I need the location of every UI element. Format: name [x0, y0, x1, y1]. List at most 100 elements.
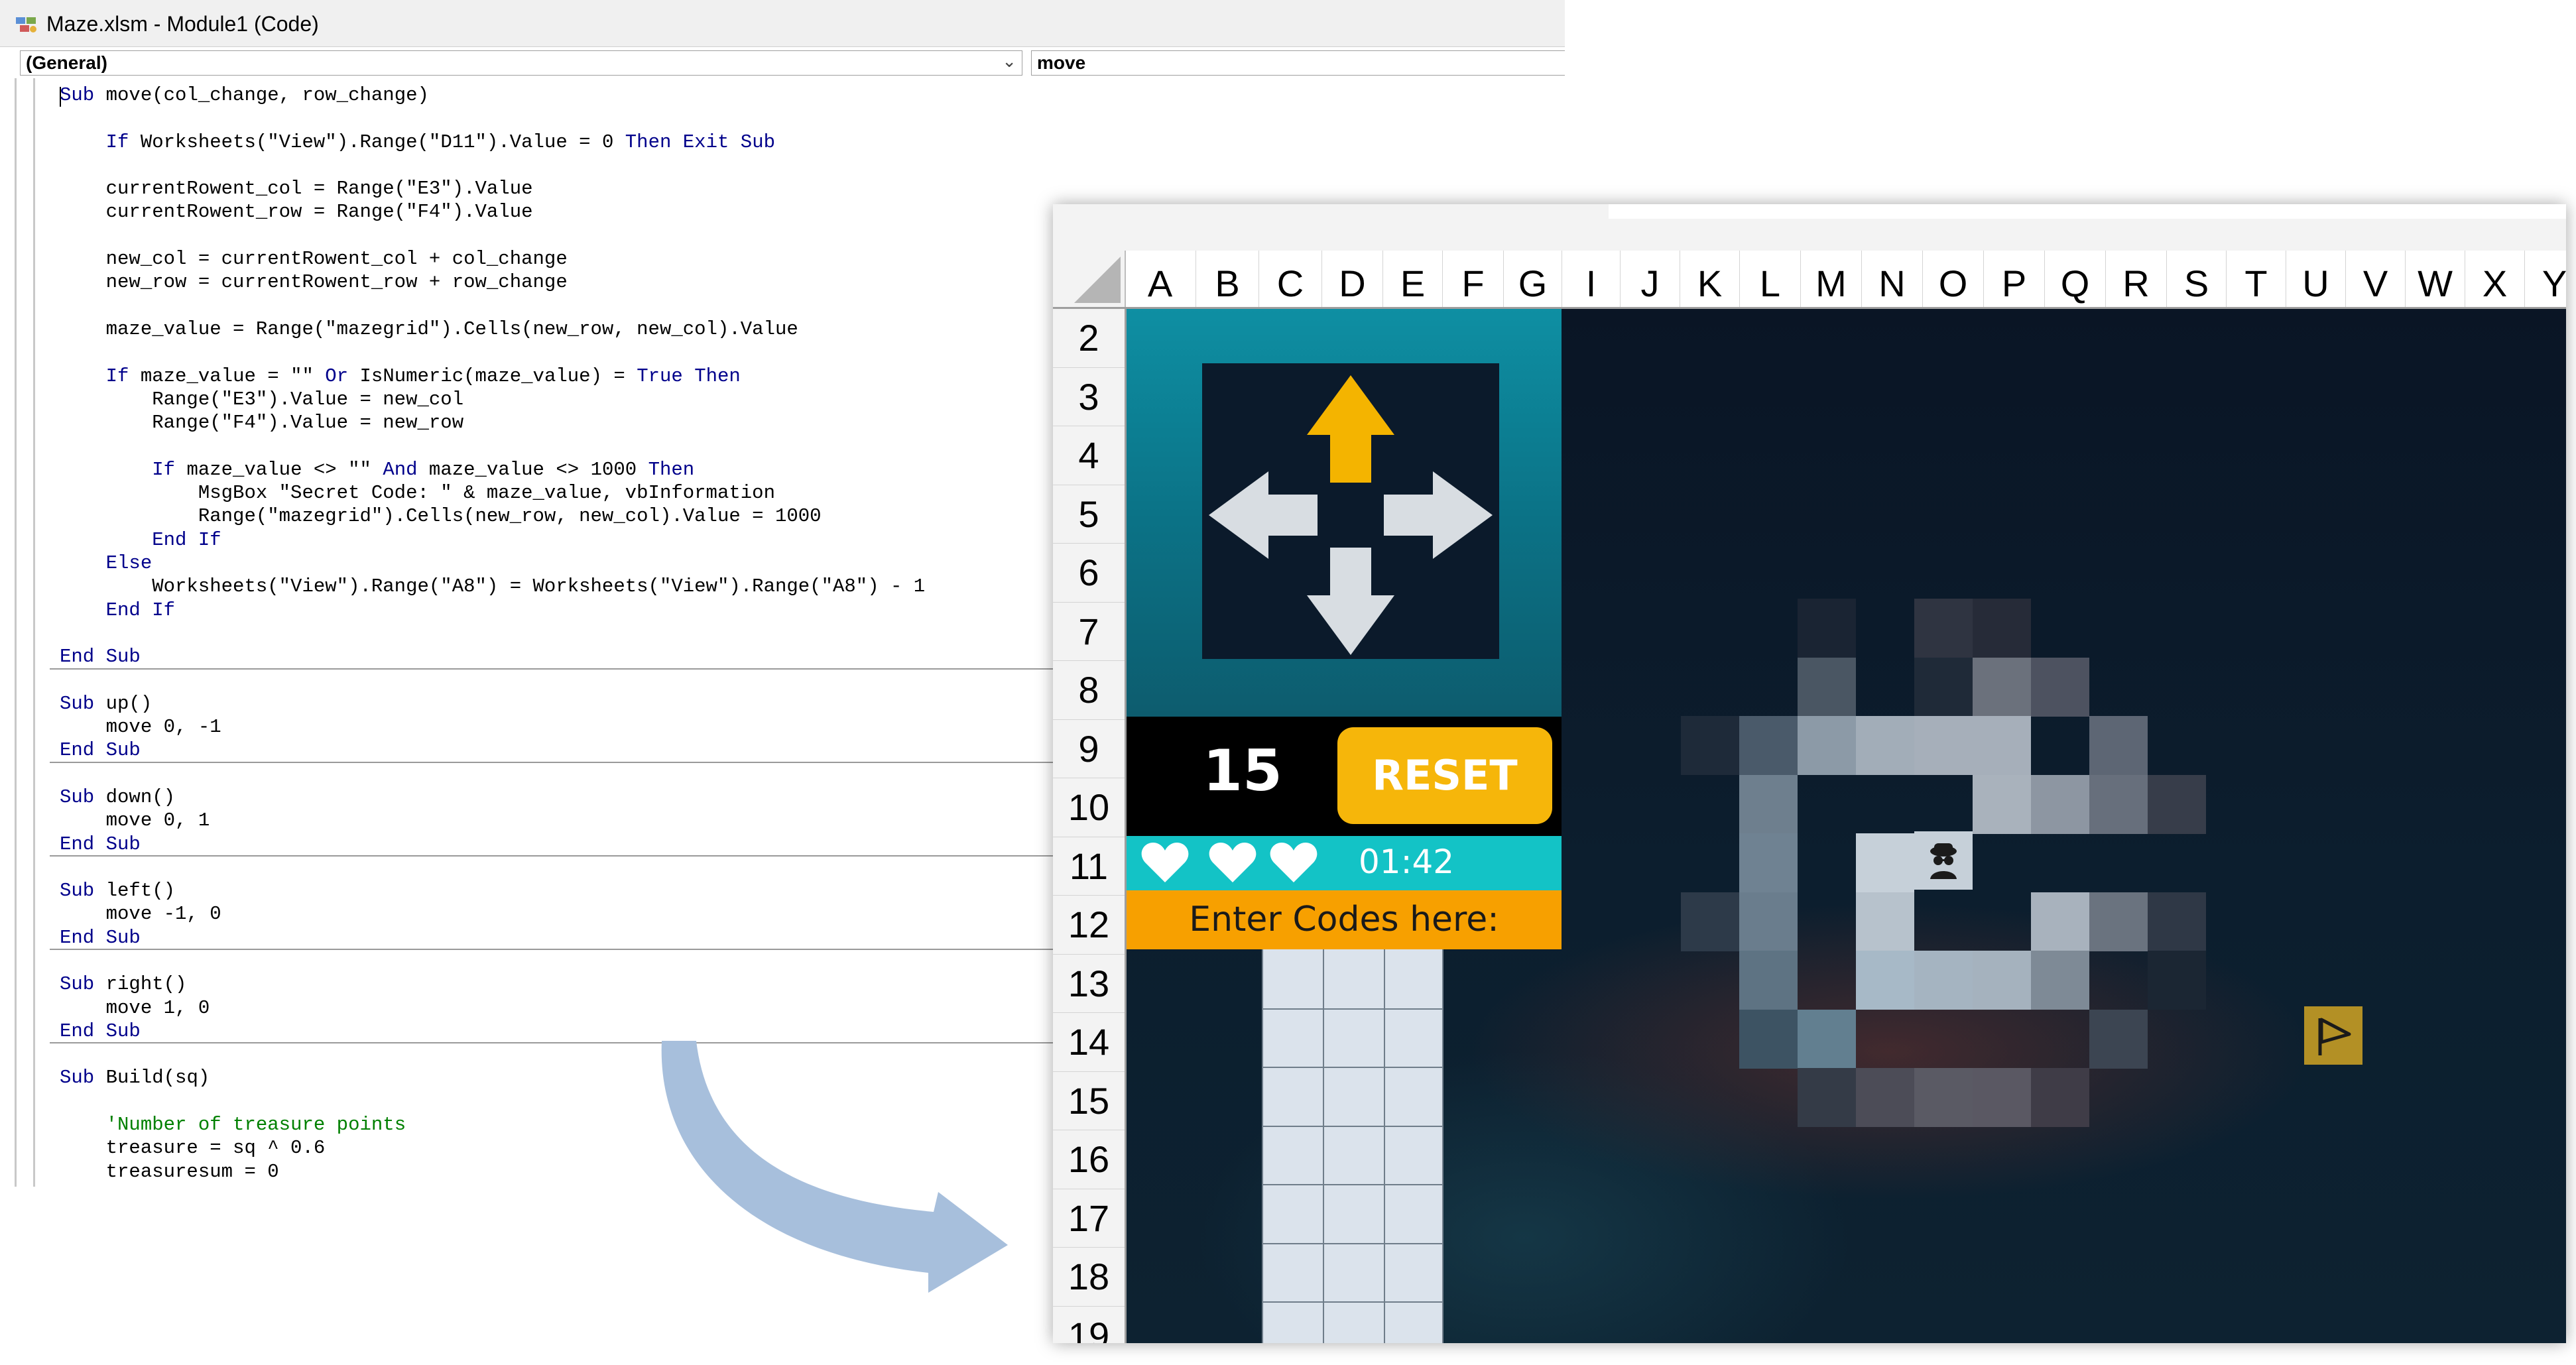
column-header-i[interactable]: I [1562, 251, 1621, 307]
row-header-17[interactable]: 17 [1053, 1189, 1125, 1248]
chevron-down-icon[interactable]: ⌄ [1002, 51, 1016, 72]
code-line[interactable]: End Sub [60, 926, 925, 949]
code-line[interactable]: Sub right() [60, 973, 925, 996]
row-header-7[interactable]: 7 [1053, 603, 1125, 661]
code-line[interactable]: currentRowent_col = Range("E3").Value [60, 177, 925, 200]
row-header-11[interactable]: 11 [1053, 837, 1125, 896]
code-line[interactable]: new_row = currentRowent_row + row_change [60, 270, 925, 294]
code-line[interactable]: Else [60, 552, 925, 575]
code-line[interactable] [60, 762, 925, 786]
code-line[interactable]: Worksheets("View").Range("A8") = Workshe… [60, 575, 925, 598]
column-header-p[interactable]: P [1984, 251, 2045, 307]
column-header-l[interactable]: L [1740, 251, 1801, 307]
code-line[interactable]: End Sub [60, 833, 925, 856]
left-arrow-button[interactable] [1209, 471, 1318, 559]
column-header-u[interactable]: U [2286, 251, 2346, 307]
code-text: move 0, -1 [60, 716, 221, 739]
row-header-4[interactable]: 4 [1053, 426, 1125, 485]
row-header-14[interactable]: 14 [1053, 1013, 1125, 1072]
column-header-e[interactable]: E [1383, 251, 1443, 307]
column-header-j[interactable]: J [1621, 251, 1680, 307]
column-header-r[interactable]: R [2106, 251, 2167, 307]
code-line[interactable]: move 0, 1 [60, 809, 925, 832]
code-line[interactable] [60, 856, 925, 879]
column-header-n[interactable]: N [1862, 251, 1923, 307]
column-header-m[interactable]: M [1801, 251, 1862, 307]
code-line[interactable]: End Sub [60, 739, 925, 762]
row-header-10[interactable]: 10 [1053, 778, 1125, 837]
code-line[interactable] [60, 434, 925, 457]
column-header-y[interactable]: Y [2525, 251, 2566, 307]
column-header-w[interactable]: W [2406, 251, 2465, 307]
column-header-q[interactable]: Q [2045, 251, 2106, 307]
right-arrow-button[interactable] [1384, 471, 1493, 559]
code-line[interactable] [60, 949, 925, 973]
code-line[interactable]: End If [60, 528, 925, 552]
row-header-19[interactable]: 19 [1053, 1307, 1125, 1344]
down-arrow-button[interactable] [1307, 548, 1394, 655]
row-header-16[interactable]: 16 [1053, 1130, 1125, 1189]
row-header-3[interactable]: 3 [1053, 368, 1125, 426]
code-line[interactable]: move 1, 0 [60, 996, 925, 1020]
code-line[interactable] [60, 622, 925, 645]
column-header-s[interactable]: S [2167, 251, 2227, 307]
select-all-corner[interactable] [1053, 251, 1126, 307]
code-entry-grid[interactable] [1262, 949, 1443, 1343]
code-line[interactable]: Range("mazegrid").Cells(new_row, new_col… [60, 504, 925, 528]
column-header-g[interactable]: G [1504, 251, 1562, 307]
code-line[interactable]: move -1, 0 [60, 902, 925, 925]
code-line[interactable]: maze_value = Range("mazegrid").Cells(new… [60, 318, 925, 341]
code-line[interactable]: If Worksheets("View").Range("D11").Value… [60, 131, 925, 154]
code-line[interactable]: If maze_value <> "" And maze_value <> 10… [60, 458, 925, 481]
column-header-x[interactable]: X [2465, 251, 2525, 307]
column-header-d[interactable]: D [1322, 251, 1383, 307]
code-line[interactable]: Range("E3").Value = new_col [60, 388, 925, 411]
code-text: Range("E3").Value = new_col [60, 388, 464, 410]
row-header-18[interactable]: 18 [1053, 1248, 1125, 1307]
column-header-a[interactable]: A [1125, 251, 1196, 307]
maze-tile [1798, 716, 1856, 775]
code-line[interactable] [60, 294, 925, 318]
code-line[interactable]: End Sub [60, 645, 925, 668]
code-text: maze_value = "" [129, 365, 326, 387]
code-line[interactable]: Range("F4").Value = new_row [60, 411, 925, 434]
object-dropdown-value: (General) [26, 52, 107, 73]
code-line[interactable]: move 0, -1 [60, 715, 925, 739]
column-header-t[interactable]: T [2227, 251, 2286, 307]
code-line[interactable]: If maze_value = "" Or IsNumeric(maze_val… [60, 365, 925, 388]
code-line[interactable] [60, 668, 925, 691]
code-line[interactable]: Sub down() [60, 786, 925, 809]
code-line[interactable] [60, 154, 925, 177]
code-line[interactable]: currentRowent_row = Range("F4").Value [60, 200, 925, 223]
object-dropdown[interactable]: (General) ⌄ [20, 50, 1022, 76]
row-header-5[interactable]: 5 [1053, 485, 1125, 544]
code-line[interactable]: Sub left() [60, 879, 925, 902]
row-header-13[interactable]: 13 [1053, 955, 1125, 1013]
reset-button[interactable]: RESET [1337, 727, 1552, 824]
maze-tile [2148, 774, 2206, 834]
code-line[interactable] [60, 224, 925, 247]
code-line[interactable] [60, 341, 925, 364]
row-header-2[interactable]: 2 [1053, 309, 1125, 368]
code-line[interactable]: new_col = currentRowent_col + col_change [60, 247, 925, 270]
sheet-canvas[interactable]: 15 RESET 01:42 Enter Codes here: [1127, 309, 2566, 1343]
column-header-v[interactable]: V [2346, 251, 2406, 307]
row-header-6[interactable]: 6 [1053, 544, 1125, 603]
code-line[interactable]: Sub move(col_change, row_change) [60, 84, 925, 107]
row-header-12[interactable]: 12 [1053, 896, 1125, 955]
up-arrow-button[interactable] [1307, 375, 1394, 483]
row-header-8[interactable]: 8 [1053, 661, 1125, 720]
column-header-f[interactable]: F [1443, 251, 1504, 307]
row-header-15[interactable]: 15 [1053, 1072, 1125, 1130]
row-header-9[interactable]: 9 [1053, 720, 1125, 778]
code-line[interactable]: Sub up() [60, 692, 925, 715]
code-line[interactable]: MsgBox "Secret Code: " & maze_value, vbI… [60, 481, 925, 504]
code-line[interactable]: End If [60, 599, 925, 622]
vba-code[interactable]: Sub move(col_change, row_change) If Work… [60, 84, 925, 1183]
code-line[interactable] [60, 107, 925, 130]
column-header-k[interactable]: K [1680, 251, 1740, 307]
column-header-o[interactable]: O [1923, 251, 1984, 307]
column-header-b[interactable]: B [1196, 251, 1259, 307]
procedure-dropdown[interactable]: move [1031, 50, 1565, 76]
column-header-c[interactable]: C [1259, 251, 1322, 307]
